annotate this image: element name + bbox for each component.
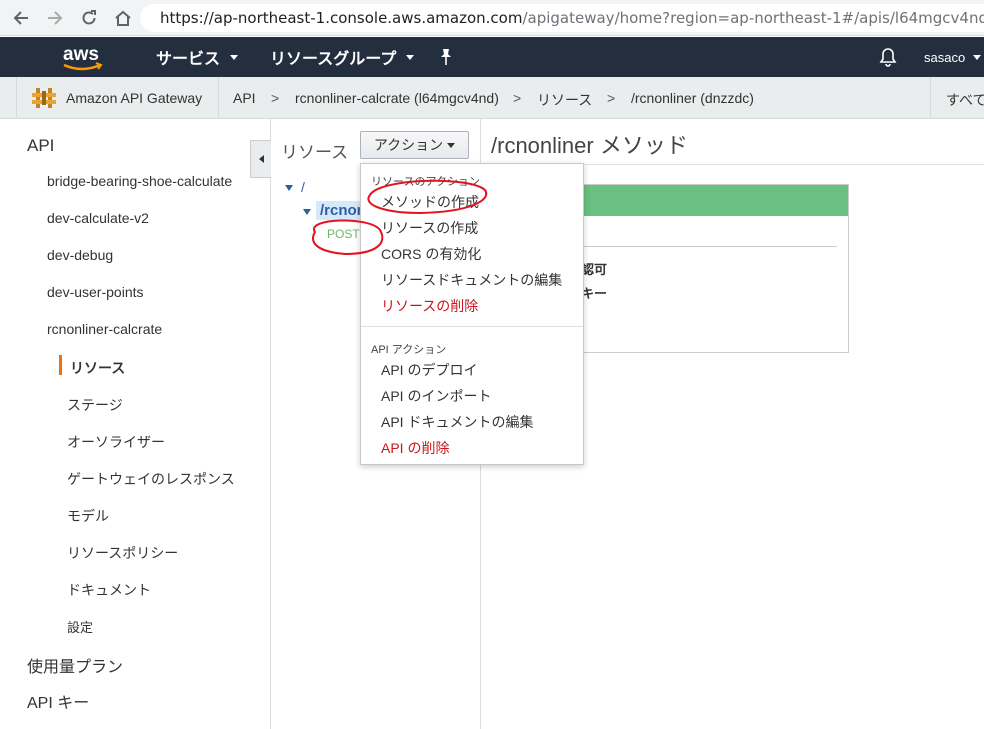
menu-item-edit-api-docs[interactable]: API ドキュメントの編集 bbox=[381, 412, 533, 432]
sidebar-item-settings[interactable]: 設定 bbox=[67, 617, 93, 636]
url-path: /apigateway/home?region=ap-northeast-1#/… bbox=[522, 9, 984, 27]
divider bbox=[561, 246, 837, 247]
tree-method-post[interactable]: POST bbox=[327, 227, 360, 241]
breadcrumb-current: /rcnonliner (dnzzdc) bbox=[631, 90, 754, 106]
api-gateway-icon bbox=[32, 88, 56, 108]
breadcrumb-separator: > bbox=[513, 90, 522, 106]
breadcrumb: Amazon API Gateway API > rcnonliner-calc… bbox=[0, 77, 984, 119]
address-bar[interactable]: https://ap-northeast-1.console.aws.amazo… bbox=[140, 4, 984, 32]
breadcrumb-api-name[interactable]: rcnonliner-calcrate (l64mgcv4nd) bbox=[295, 90, 499, 106]
dropdown-section-header: API アクション bbox=[371, 344, 447, 356]
menu-item-delete-api[interactable]: API の削除 bbox=[381, 438, 449, 458]
breadcrumb-all[interactable]: すべて bbox=[946, 90, 984, 110]
expand-icon[interactable] bbox=[303, 209, 311, 215]
forward-icon[interactable] bbox=[42, 5, 68, 31]
divider bbox=[218, 77, 219, 119]
url-host: https://ap-northeast-1.console.aws.amazo… bbox=[160, 9, 523, 27]
active-indicator bbox=[59, 355, 62, 375]
tree-root[interactable]: / bbox=[301, 179, 305, 195]
bell-icon[interactable] bbox=[879, 47, 897, 67]
sidebar-item-documentation[interactable]: ドキュメント bbox=[67, 580, 151, 600]
menu-item-edit-resource-docs[interactable]: リソースドキュメントの編集 bbox=[381, 270, 562, 290]
divider bbox=[16, 77, 17, 119]
chevron-down-icon bbox=[447, 142, 456, 148]
sidebar-item-resource-policy[interactable]: リソースポリシー bbox=[67, 543, 178, 563]
sidebar-item-api-keys[interactable]: API キー bbox=[27, 689, 89, 713]
svg-text:aws: aws bbox=[63, 44, 99, 65]
sidebar-item-api[interactable]: dev-calculate-v2 bbox=[47, 210, 149, 226]
breadcrumb-api[interactable]: API bbox=[233, 90, 256, 106]
resource-tree-title: リソース bbox=[281, 143, 349, 162]
actions-dropdown: リソースのアクション メソッドの作成 リソースの作成 CORS の有効化 リソー… bbox=[360, 163, 584, 465]
sidebar-item-resources[interactable]: リソース bbox=[70, 358, 125, 378]
back-icon[interactable] bbox=[8, 5, 34, 31]
divider bbox=[361, 326, 583, 327]
sidebar-item-stages[interactable]: ステージ bbox=[67, 395, 123, 415]
expand-icon[interactable] bbox=[285, 185, 293, 191]
sidebar-item-api[interactable]: bridge-bearing-shoe-calculate bbox=[47, 173, 232, 189]
breadcrumb-separator: > bbox=[607, 90, 616, 106]
pin-icon[interactable] bbox=[438, 48, 454, 66]
menu-item-delete-resource[interactable]: リソースの削除 bbox=[381, 296, 478, 316]
sidebar-item-models[interactable]: モデル bbox=[67, 506, 109, 526]
page-title: /rcnonliner メソッド bbox=[491, 133, 688, 158]
browser-toolbar: https://ap-northeast-1.console.aws.amazo… bbox=[0, 0, 984, 36]
actions-button[interactable]: アクション bbox=[360, 131, 469, 159]
home-icon[interactable] bbox=[110, 5, 136, 31]
sidebar-item-gateway-responses[interactable]: ゲートウェイのレスポンス bbox=[67, 469, 235, 489]
chevron-down-icon bbox=[230, 54, 239, 60]
resource-groups-menu[interactable]: リソースグループ bbox=[270, 37, 415, 77]
actions-label: アクション bbox=[373, 137, 444, 153]
menu-item-create-method[interactable]: メソッドの作成 bbox=[381, 192, 479, 212]
menu-item-import-api[interactable]: API のインポート bbox=[381, 386, 491, 406]
user-label: sasaco bbox=[924, 49, 966, 65]
aws-top-nav: aws サービス リソースグループ sasaco bbox=[0, 37, 984, 77]
sidebar-item-usage-plans[interactable]: 使用量プラン bbox=[27, 653, 123, 677]
breadcrumb-service[interactable]: Amazon API Gateway bbox=[66, 90, 202, 106]
breadcrumb-separator: > bbox=[271, 90, 280, 106]
menu-item-enable-cors[interactable]: CORS の有効化 bbox=[381, 244, 481, 264]
menu-item-deploy-api[interactable]: API のデプロイ bbox=[381, 360, 477, 380]
sidebar-item-api[interactable]: dev-debug bbox=[47, 247, 113, 263]
menu-item-create-resource[interactable]: リソースの作成 bbox=[381, 218, 478, 238]
card-key-label: キー bbox=[581, 286, 608, 301]
chevron-down-icon bbox=[973, 54, 982, 60]
reload-icon[interactable] bbox=[76, 5, 102, 31]
sidebar: API bridge-bearing-shoe-calculate dev-ca… bbox=[0, 119, 271, 729]
services-menu[interactable]: サービス bbox=[156, 37, 239, 77]
chevron-left-icon bbox=[258, 155, 264, 163]
card-authorization-label: 認可 bbox=[581, 262, 608, 277]
sidebar-api-header[interactable]: API bbox=[27, 136, 54, 156]
chevron-down-icon bbox=[406, 54, 415, 60]
breadcrumb-resources[interactable]: リソース bbox=[537, 90, 592, 110]
sidebar-item-authorizers[interactable]: オーソライザー bbox=[67, 432, 165, 452]
aws-logo[interactable]: aws bbox=[60, 41, 106, 73]
user-menu[interactable]: sasaco bbox=[924, 37, 982, 77]
divider bbox=[930, 77, 931, 119]
resource-groups-label: リソースグループ bbox=[270, 51, 397, 68]
services-label: サービス bbox=[156, 51, 221, 68]
sidebar-collapse-button[interactable] bbox=[250, 140, 271, 178]
sidebar-item-api[interactable]: dev-user-points bbox=[47, 284, 144, 300]
dropdown-section-header: リソースのアクション bbox=[371, 176, 480, 188]
sidebar-item-api[interactable]: rcnonliner-calcrate bbox=[47, 321, 162, 337]
